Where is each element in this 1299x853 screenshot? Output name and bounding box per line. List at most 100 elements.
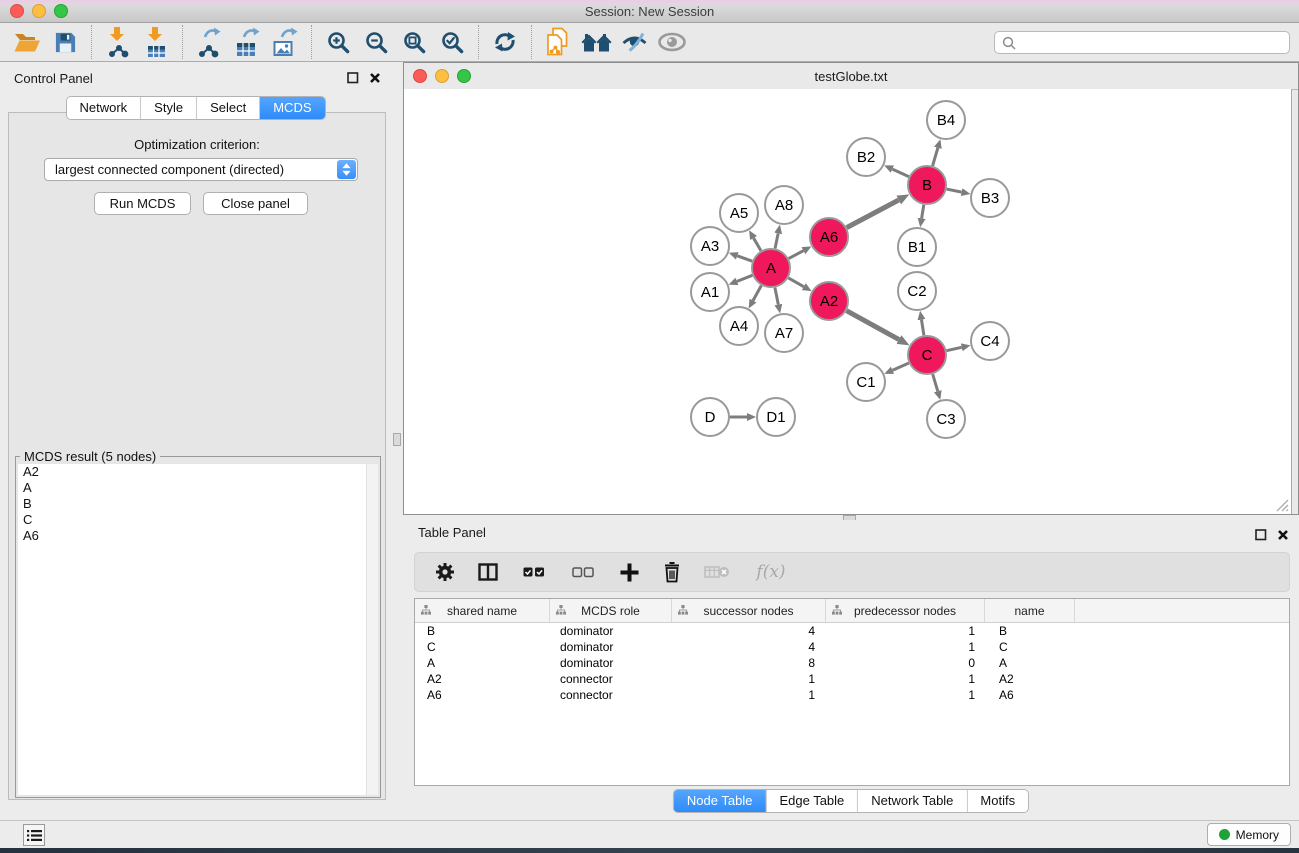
close-panel-icon[interactable] xyxy=(1277,529,1289,541)
graph-node-A[interactable]: A xyxy=(752,249,790,287)
table-cell[interactable]: dominator xyxy=(550,623,672,639)
graph-edge-B-B1[interactable] xyxy=(922,205,924,219)
tab-mcds[interactable]: MCDS xyxy=(259,97,324,119)
column-header-shared-name[interactable]: shared name xyxy=(415,599,550,622)
graph-edge-B-B2[interactable] xyxy=(892,169,908,177)
graph-edge-A-A4[interactable] xyxy=(753,286,761,301)
graph-node-D[interactable]: D xyxy=(691,398,729,436)
graph-edge-A-A7[interactable] xyxy=(775,288,778,305)
graph-node-C2[interactable]: C2 xyxy=(898,272,936,310)
tab-motifs[interactable]: Motifs xyxy=(966,790,1028,812)
graph-node-B[interactable]: B xyxy=(908,166,946,204)
table-cell[interactable]: 4 xyxy=(672,639,826,655)
graph-node-D1[interactable]: D1 xyxy=(757,398,795,436)
search-field[interactable] xyxy=(994,31,1290,54)
split-view-button[interactable] xyxy=(475,559,501,585)
graph-edge-C-C4[interactable] xyxy=(947,347,962,350)
deselect-all-button[interactable] xyxy=(567,559,599,585)
graph-edge-A-A3[interactable] xyxy=(737,256,752,261)
graph-node-A1[interactable]: A1 xyxy=(691,273,729,311)
graph-edge-B-B3[interactable] xyxy=(947,189,962,192)
memory-button[interactable]: Memory xyxy=(1207,823,1291,846)
network-canvas[interactable]: AA1A2A3A4A5A6A7A8BB1B2B3B4CC1C2C3C4DD1 xyxy=(404,89,1292,514)
table-cell[interactable]: 4 xyxy=(672,623,826,639)
zoom-out-button[interactable] xyxy=(357,25,395,59)
import-table-button[interactable] xyxy=(137,25,175,59)
criterion-dropdown[interactable]: largest connected component (directed) xyxy=(44,158,358,181)
zoom-in-button[interactable] xyxy=(319,25,357,59)
vertical-split-handle[interactable] xyxy=(393,433,401,446)
search-input[interactable] xyxy=(1021,35,1289,51)
graph-node-B1[interactable]: B1 xyxy=(898,228,936,266)
result-list-item[interactable]: C xyxy=(18,512,378,528)
table-cell[interactable]: A2 xyxy=(415,671,550,687)
close-panel-icon[interactable] xyxy=(369,72,381,84)
save-session-button[interactable] xyxy=(46,25,84,59)
export-network-button[interactable] xyxy=(190,25,228,59)
graph-node-B2[interactable]: B2 xyxy=(847,138,885,176)
tab-select[interactable]: Select xyxy=(196,97,259,119)
graph-node-A2[interactable]: A2 xyxy=(810,282,848,320)
zoom-fit-button[interactable] xyxy=(395,25,433,59)
table-settings-button[interactable] xyxy=(432,559,458,585)
table-row[interactable]: Adominator80A xyxy=(415,655,1289,671)
graph-node-C4[interactable]: C4 xyxy=(971,322,1009,360)
tab-network-table[interactable]: Network Table xyxy=(857,790,966,812)
result-list-scrollbar[interactable] xyxy=(366,464,378,795)
graph-node-A5[interactable]: A5 xyxy=(720,194,758,232)
graph-edge-A-A5[interactable] xyxy=(754,238,761,251)
float-panel-icon[interactable] xyxy=(1255,529,1267,541)
graph-node-C[interactable]: C xyxy=(908,336,946,374)
graph-edge-C-C1[interactable] xyxy=(893,363,909,370)
add-column-button[interactable] xyxy=(616,559,642,585)
delete-columns-button[interactable] xyxy=(659,559,685,585)
tab-style[interactable]: Style xyxy=(140,97,196,119)
graph-node-A7[interactable]: A7 xyxy=(765,314,803,352)
table-cell[interactable]: 1 xyxy=(826,671,985,687)
table-row[interactable]: A2connector11A2 xyxy=(415,671,1289,687)
column-header-name[interactable]: name xyxy=(985,599,1075,622)
table-cell[interactable]: A6 xyxy=(985,687,1075,703)
graph-node-C1[interactable]: C1 xyxy=(847,363,885,401)
table-row[interactable]: Bdominator41B xyxy=(415,623,1289,639)
open-session-button[interactable] xyxy=(8,25,46,59)
function-builder-button[interactable]: f(x) xyxy=(749,559,793,585)
column-header-mcds-role[interactable]: MCDS role xyxy=(550,599,672,622)
zoom-selected-button[interactable] xyxy=(433,25,471,59)
clone-network-button[interactable] xyxy=(539,25,577,59)
graph-edge-C-C3[interactable] xyxy=(933,374,938,391)
graph-node-B3[interactable]: B3 xyxy=(971,179,1009,217)
table-cell[interactable]: 1 xyxy=(826,687,985,703)
graph-edge-C-C2[interactable] xyxy=(921,320,923,336)
graph-edge-A-A6[interactable] xyxy=(789,251,804,259)
table-cell[interactable]: connector xyxy=(550,671,672,687)
export-image-button[interactable] xyxy=(266,25,304,59)
import-network-button[interactable] xyxy=(99,25,137,59)
graph-edge-A-A1[interactable] xyxy=(737,275,752,281)
resize-grip-icon[interactable] xyxy=(1275,498,1289,512)
table-cell[interactable]: A xyxy=(985,655,1075,671)
table-cell[interactable]: 1 xyxy=(826,639,985,655)
table-cell[interactable]: C xyxy=(985,639,1075,655)
refresh-button[interactable] xyxy=(486,25,524,59)
graph-edge-B-B4[interactable] xyxy=(933,148,938,166)
table-cell[interactable]: dominator xyxy=(550,639,672,655)
table-cell[interactable]: A xyxy=(415,655,550,671)
tab-network[interactable]: Network xyxy=(66,97,140,119)
column-header-predecessor-nodes[interactable]: predecessor nodes xyxy=(826,599,985,622)
graph-edge-A-A8[interactable] xyxy=(775,233,778,248)
tab-edge-table[interactable]: Edge Table xyxy=(765,790,857,812)
table-cell[interactable]: 1 xyxy=(672,687,826,703)
hide-others-button[interactable] xyxy=(615,25,653,59)
table-cell[interactable]: C xyxy=(415,639,550,655)
result-list-item[interactable]: A xyxy=(18,480,378,496)
table-cell[interactable]: A2 xyxy=(985,671,1075,687)
show-all-button[interactable] xyxy=(653,25,691,59)
graph-node-A8[interactable]: A8 xyxy=(765,186,803,224)
table-cell[interactable]: B xyxy=(985,623,1075,639)
graph-edge-A6-B[interactable] xyxy=(847,200,899,228)
run-mcds-button[interactable]: Run MCDS xyxy=(94,192,191,215)
table-cell[interactable]: 8 xyxy=(672,655,826,671)
tab-node-table[interactable]: Node Table xyxy=(674,790,766,812)
table-cell[interactable]: 1 xyxy=(672,671,826,687)
